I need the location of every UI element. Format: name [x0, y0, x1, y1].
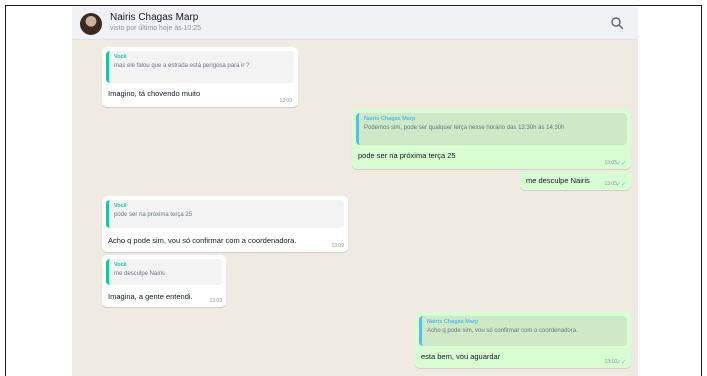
quoted-text: mas ele falou que a estrada está perigos… — [114, 63, 250, 69]
message-outgoing[interactable]: me desculpe Nairis 13:05 ✓✓ — [520, 172, 631, 190]
last-seen-status: visto por último hoje às 10:25 — [110, 25, 202, 32]
quoted-author: Você — [114, 203, 127, 209]
message-time: 13:09 — [209, 298, 222, 304]
quoted-author: Você — [114, 54, 127, 60]
contact-name[interactable]: Nairis Chagas Marp — [110, 12, 198, 23]
message-text: pode ser na próxima terça 25 — [358, 151, 456, 160]
message-time: 13:00 — [279, 98, 292, 104]
message-incoming[interactable]: Você mas ele falou que a estrada está pe… — [102, 47, 298, 107]
message-text: esta bem, vou aguardar — [421, 352, 501, 361]
quoted-text: Acho q pode sim, vou só confirmar com o … — [427, 328, 578, 334]
message-incoming[interactable]: Você me desculpe Nairis Imagina, a gente… — [102, 255, 226, 307]
quoted-author: Nairis Chagas Marp — [364, 116, 416, 122]
message-text: Acho q pode sim, vou só confirmar com a … — [108, 236, 297, 245]
search-icon[interactable] — [610, 16, 624, 30]
quoted-message[interactable]: Nairis Chagas Marp Podemos sim, pode ser… — [356, 113, 627, 145]
quoted-author: Você — [114, 262, 127, 268]
chat-window: Nairis Chagas Marp visto por último hoje… — [72, 7, 638, 376]
message-text: me desculpe Nairis — [526, 176, 590, 185]
quoted-text: pode ser na próxima terça 25 — [114, 212, 193, 218]
chat-header[interactable]: Nairis Chagas Marp visto por último hoje… — [72, 7, 638, 40]
message-time: 13:09 — [331, 243, 344, 249]
read-receipt-icon: ✓✓ — [615, 161, 626, 167]
message-text: Imagino, tá chovendo muito — [108, 89, 201, 98]
quoted-message[interactable]: Nairis Chagas Marp Acho q pode sim, vou … — [419, 316, 627, 346]
quoted-text: me desculpe Nairis — [114, 271, 166, 277]
quoted-message[interactable]: Você pode ser na próxima terça 25 — [106, 200, 344, 228]
quoted-message[interactable]: Você me desculpe Nairis — [106, 259, 222, 285]
message-outgoing[interactable]: Nairis Chagas Marp Acho q pode sim, vou … — [415, 312, 631, 368]
message-text: Imagina, a gente entendi. — [108, 292, 193, 301]
read-receipt-icon: ✓✓ — [615, 360, 626, 366]
message-incoming[interactable]: Você pode ser na próxima terça 25 Acho q… — [102, 196, 348, 252]
quoted-message[interactable]: Você mas ele falou que a estrada está pe… — [106, 51, 294, 83]
contact-avatar[interactable] — [80, 13, 102, 35]
message-outgoing[interactable]: Nairis Chagas Marp Podemos sim, pode ser… — [352, 109, 631, 169]
quoted-text: Podemos sim, pode ser qualquer terça nes… — [364, 125, 565, 131]
read-receipt-icon: ✓✓ — [615, 182, 626, 188]
quoted-author: Nairis Chagas Marp — [427, 319, 479, 325]
